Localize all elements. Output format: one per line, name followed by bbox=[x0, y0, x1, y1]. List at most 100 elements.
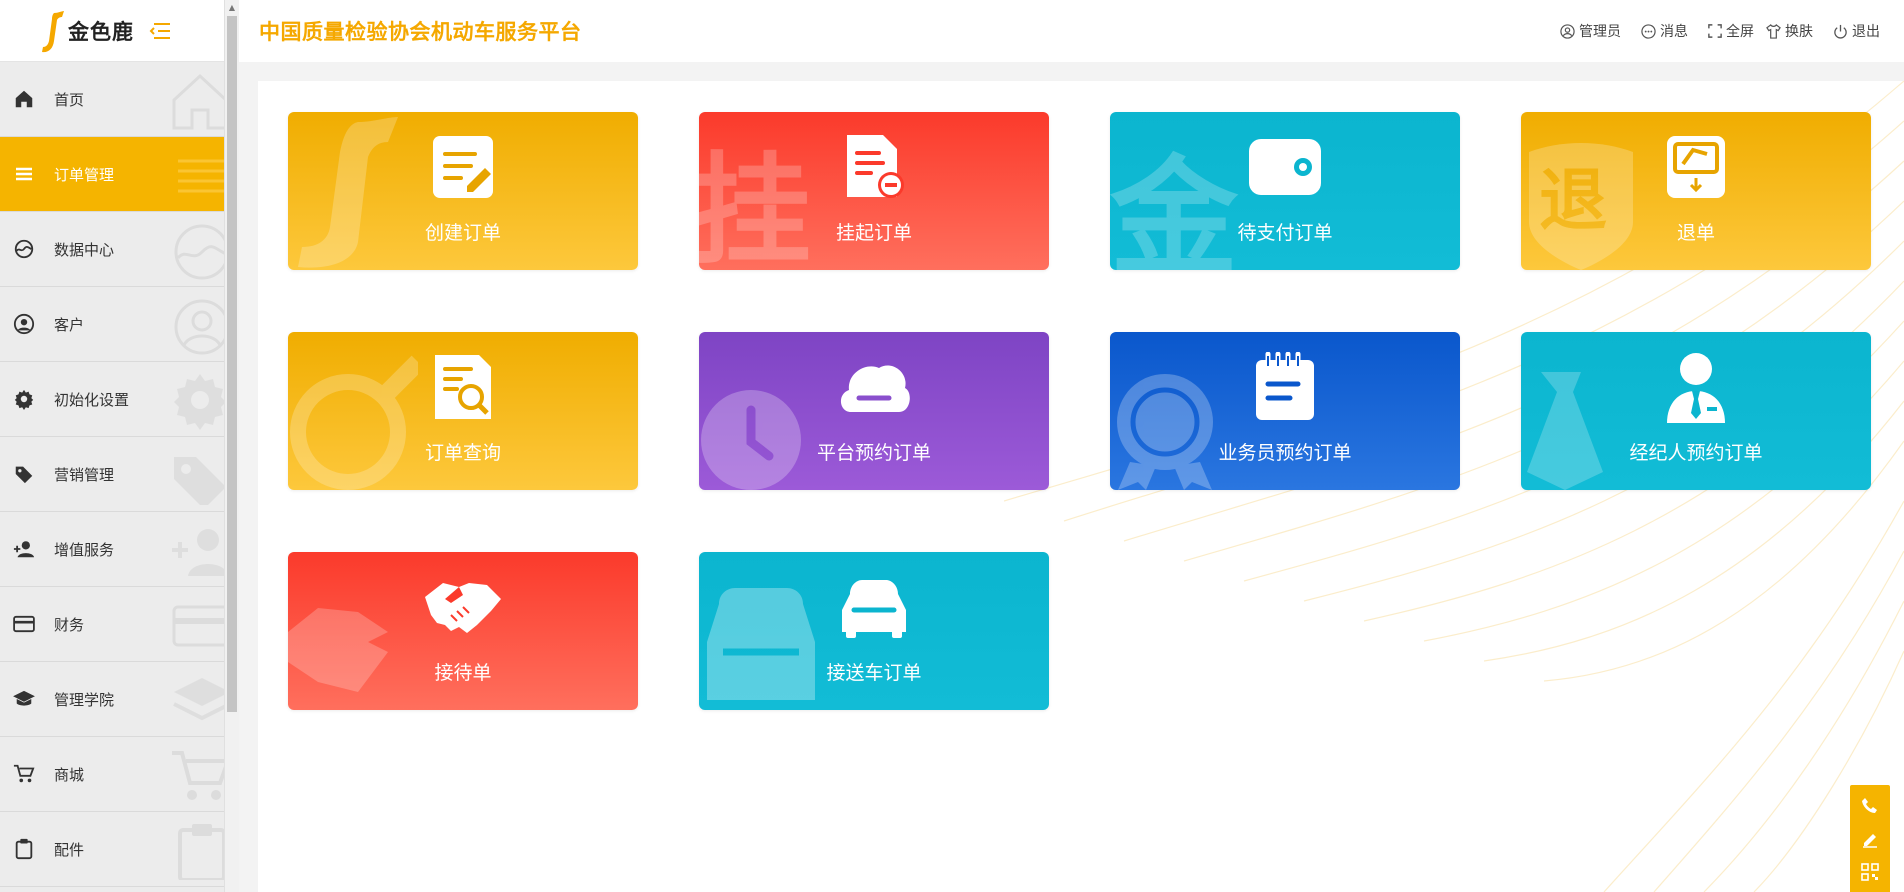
sidebar-item-value-added[interactable]: 增值服务 bbox=[0, 512, 224, 587]
list-icon bbox=[12, 162, 36, 186]
clipboard-icon bbox=[12, 837, 36, 861]
scroll-up-icon[interactable]: ▲ bbox=[225, 0, 239, 14]
graduation-icon bbox=[173, 678, 224, 721]
cart-icon bbox=[172, 751, 224, 800]
svg-text:挂: 挂 bbox=[699, 142, 811, 270]
sidebar-item-label: 首页 bbox=[54, 90, 85, 109]
phone-icon[interactable] bbox=[1860, 796, 1880, 816]
page-title: 中国质量检验协会机动车服务平台 bbox=[259, 20, 582, 44]
messages-label: 消息 bbox=[1660, 24, 1688, 40]
messages-button[interactable]: 消息 bbox=[1641, 21, 1688, 41]
svg-text:金: 金 bbox=[1110, 144, 1239, 270]
card-label: 待支付订单 bbox=[1237, 222, 1333, 244]
card-label: 接送车订单 bbox=[826, 662, 922, 684]
fullscreen-icon bbox=[1708, 24, 1722, 38]
skin-button[interactable]: 换肤 bbox=[1766, 21, 1813, 41]
sidebar-item-parts[interactable]: 配件 bbox=[0, 812, 224, 887]
card-agent-booking[interactable]: 经纪人预约订单 bbox=[1521, 332, 1871, 490]
fullscreen-label: 全屏 bbox=[1726, 24, 1754, 40]
user-circle-icon bbox=[1560, 23, 1575, 39]
qrcode-icon[interactable] bbox=[1860, 862, 1880, 882]
user-icon bbox=[12, 312, 36, 336]
suspend-char-icon: 挂 bbox=[699, 142, 811, 270]
logo-bar: 金色鹿 bbox=[0, 0, 224, 62]
card-order-query[interactable]: 订单查询 bbox=[288, 332, 638, 490]
sidebar-item-label: 配件 bbox=[54, 840, 85, 859]
sidebar-item-init-settings[interactable]: 初始化设置 bbox=[0, 362, 224, 437]
logo-text: 金色鹿 bbox=[68, 19, 134, 44]
card-label: 创建订单 bbox=[424, 222, 501, 244]
card-label: 接待单 bbox=[434, 662, 492, 684]
wallet-icon bbox=[1247, 134, 1323, 200]
card-create-order[interactable]: 创建订单 bbox=[288, 112, 638, 270]
refund-icon bbox=[1663, 134, 1729, 200]
logout-label: 退出 bbox=[1852, 24, 1880, 40]
sidebar-scrollbar[interactable]: ▲ bbox=[224, 0, 239, 892]
gold-char-icon: 金 bbox=[1110, 144, 1239, 270]
user-icon bbox=[174, 299, 224, 355]
sidebar-item-home[interactable]: 首页 bbox=[0, 62, 224, 137]
tag-icon bbox=[12, 462, 36, 486]
card-label: 经纪人预约订单 bbox=[1629, 442, 1763, 464]
sidebar-menu: 首页 订单管理 数据中心 客户 初始化设置 营销管理 增值服务 财务 管理学院 … bbox=[0, 62, 224, 887]
sidebar-item-label: 财务 bbox=[54, 615, 85, 634]
search-document-icon bbox=[430, 354, 496, 420]
notepad-icon bbox=[1252, 352, 1318, 420]
card-platform-booking[interactable]: 平台预约订单 bbox=[699, 332, 1049, 490]
sidebar-item-marketing[interactable]: 营销管理 bbox=[0, 437, 224, 512]
card-label: 平台预约订单 bbox=[816, 442, 931, 464]
scrollbar-thumb[interactable] bbox=[227, 16, 237, 712]
sidebar-item-orders[interactable]: 订单管理 bbox=[0, 137, 224, 212]
main-content: 创建订单 挂 挂起订单 金 待支付订单 退 退单 订单查询 平台预约订单 业务员… bbox=[258, 81, 1904, 892]
logout-button[interactable]: 退出 bbox=[1833, 21, 1880, 41]
deer-logo-icon bbox=[298, 117, 398, 268]
card-suspended-orders[interactable]: 挂 挂起订单 bbox=[699, 112, 1049, 270]
magnifier-icon bbox=[290, 355, 418, 490]
sidebar-item-customers[interactable]: 客户 bbox=[0, 287, 224, 362]
cloud-icon bbox=[836, 354, 912, 420]
home-icon bbox=[172, 73, 224, 130]
handshake-icon bbox=[423, 574, 503, 640]
sidebar-item-data-center[interactable]: 数据中心 bbox=[0, 212, 224, 287]
menu-collapse-icon[interactable] bbox=[148, 21, 172, 41]
refund-shield-icon: 退 bbox=[1529, 143, 1633, 270]
add-user-icon bbox=[172, 529, 224, 576]
header-actions: 管理员 消息 全屏 换肤 退出 bbox=[1540, 0, 1880, 62]
chart-icon bbox=[174, 224, 224, 280]
card-label: 业务员预约订单 bbox=[1218, 442, 1352, 464]
card-reception[interactable]: 接待单 bbox=[288, 552, 638, 710]
suspend-document-icon bbox=[841, 134, 907, 200]
card-pending-payment[interactable]: 金 待支付订单 bbox=[1110, 112, 1460, 270]
card-salesman-booking[interactable]: 业务员预约订单 bbox=[1110, 332, 1460, 490]
tag-icon bbox=[174, 457, 224, 505]
logo-icon bbox=[40, 10, 66, 52]
chart-icon bbox=[12, 237, 36, 261]
pen-icon[interactable] bbox=[1860, 829, 1880, 849]
sidebar: 金色鹿 首页 订单管理 数据中心 客户 初始化设置 营销管理 增值服务 财务 管… bbox=[0, 0, 224, 892]
home-icon bbox=[12, 87, 36, 111]
skin-label: 换肤 bbox=[1785, 24, 1813, 40]
fullscreen-button[interactable]: 全屏 bbox=[1708, 21, 1754, 41]
sidebar-item-label: 营销管理 bbox=[54, 465, 115, 484]
tie-icon bbox=[1527, 372, 1603, 490]
sidebar-item-shop[interactable]: 商城 bbox=[0, 737, 224, 812]
message-icon bbox=[1641, 23, 1656, 39]
card-refund[interactable]: 退 退单 bbox=[1521, 112, 1871, 270]
agent-icon bbox=[1663, 353, 1729, 423]
clock-icon bbox=[701, 390, 801, 490]
sidebar-item-academy[interactable]: 管理学院 bbox=[0, 662, 224, 737]
sidebar-item-finance[interactable]: 财务 bbox=[0, 587, 224, 662]
top-header: 中国质量检验协会机动车服务平台 管理员 消息 全屏 换肤 退出 bbox=[239, 0, 1904, 62]
sidebar-item-label: 管理学院 bbox=[54, 690, 115, 709]
sidebar-item-label: 增值服务 bbox=[54, 540, 115, 559]
sidebar-item-label: 客户 bbox=[54, 315, 85, 334]
graduation-icon bbox=[12, 687, 36, 711]
medal-icon bbox=[1117, 374, 1213, 490]
sidebar-item-label: 初始化设置 bbox=[54, 390, 130, 409]
admin-button[interactable]: 管理员 bbox=[1560, 21, 1621, 41]
admin-label: 管理员 bbox=[1579, 24, 1621, 40]
power-icon bbox=[1834, 24, 1847, 39]
card-car-pickup[interactable]: 接送车订单 bbox=[699, 552, 1049, 710]
card-icon bbox=[12, 612, 36, 636]
sidebar-item-label: 订单管理 bbox=[54, 165, 115, 184]
